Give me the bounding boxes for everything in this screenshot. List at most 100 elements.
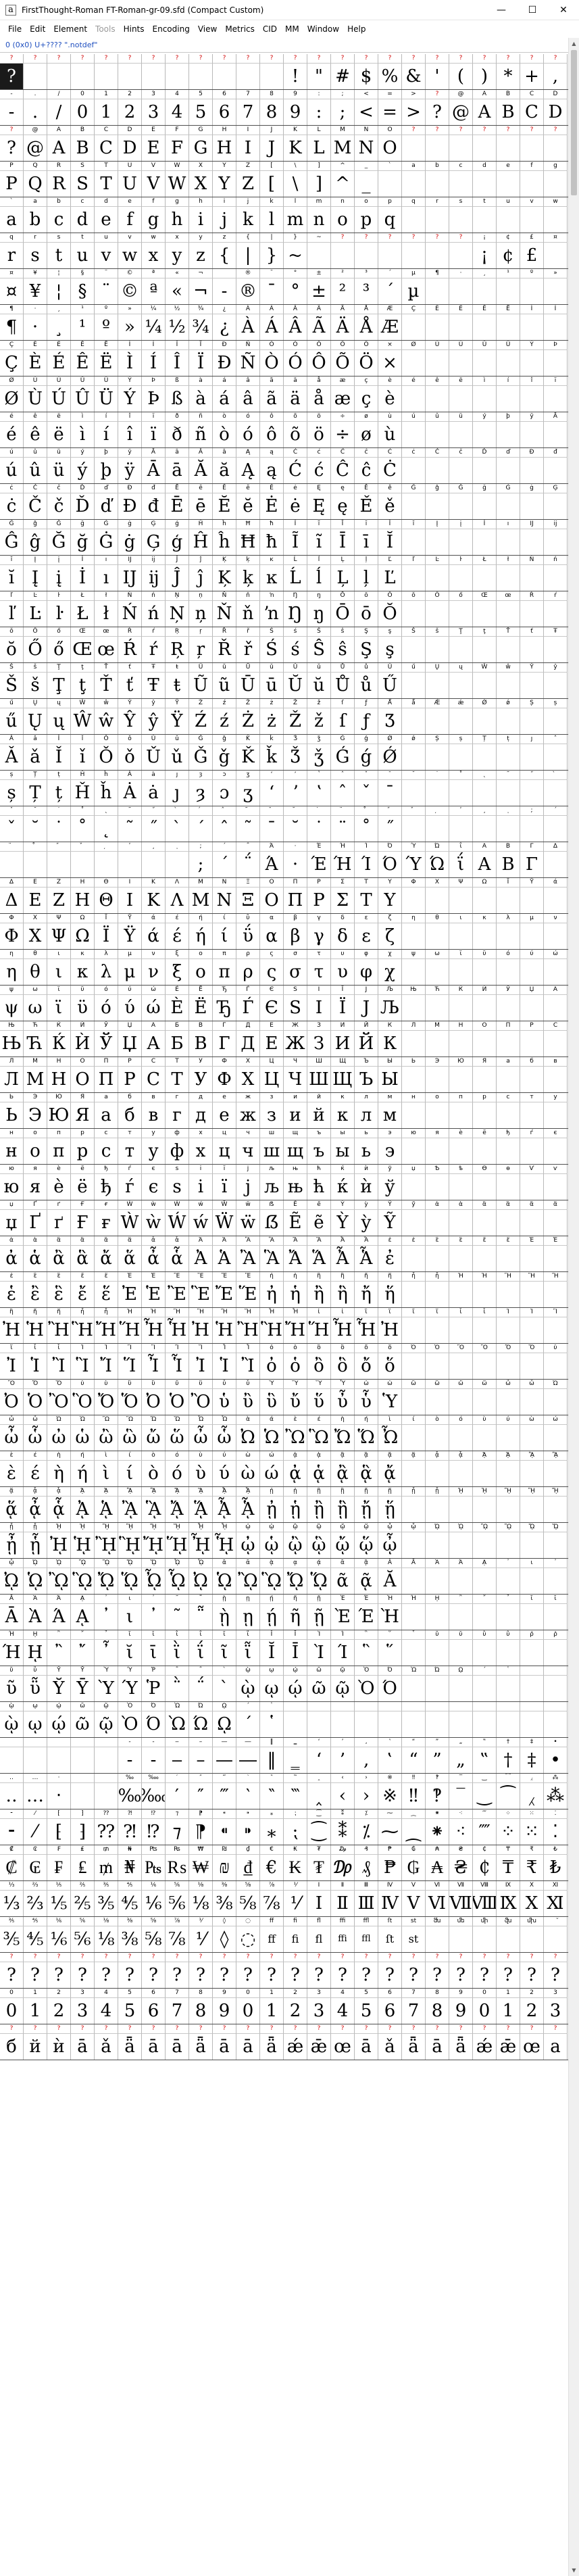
glyph-cell[interactable]: [402, 243, 426, 268]
glyph-cell[interactable]: ё: [71, 1174, 95, 1200]
menu-metrics[interactable]: Metrics: [221, 24, 259, 34]
glyph-cell[interactable]: ¯: [260, 278, 284, 304]
glyph-cell[interactable]: Ὶ: [307, 1640, 331, 1666]
glyph-cell[interactable]: [402, 135, 426, 161]
glyph-cell[interactable]: [520, 1676, 544, 1701]
glyph-cell[interactable]: [426, 1067, 449, 1092]
glyph-cell[interactable]: Ў: [95, 1031, 118, 1056]
glyph-cell[interactable]: ſt: [378, 1926, 402, 1952]
glyph-cell[interactable]: [449, 1031, 473, 1056]
glyph-cell[interactable]: ĭ: [0, 565, 24, 591]
glyph-cell[interactable]: ő: [47, 637, 71, 662]
glyph-cell[interactable]: љ: [260, 1174, 284, 1200]
glyph-cell[interactable]: ᾓ: [331, 1497, 355, 1522]
glyph-cell[interactable]: ?: [71, 1962, 95, 1988]
glyph-cell[interactable]: [497, 1246, 520, 1271]
glyph-cell[interactable]: ì: [71, 422, 95, 447]
glyph-cell[interactable]: [426, 1389, 449, 1415]
glyph-cell[interactable]: [402, 529, 426, 555]
glyph-cell[interactable]: fl: [307, 1926, 331, 1952]
glyph-cell[interactable]: ĕ: [236, 493, 260, 519]
glyph-cell[interactable]: [497, 207, 520, 233]
glyph-cell[interactable]: [449, 1425, 473, 1451]
glyph-cell[interactable]: [520, 1317, 544, 1343]
glyph-cell[interactable]: Ї: [331, 995, 355, 1021]
glyph-cell[interactable]: [426, 1604, 449, 1630]
glyph-cell[interactable]: [426, 243, 449, 268]
glyph-cell[interactable]: ü: [47, 458, 71, 483]
glyph-cell[interactable]: [189, 64, 213, 89]
glyph-cell[interactable]: ἇ: [166, 1246, 189, 1271]
glyph-cell[interactable]: ċ: [0, 493, 24, 519]
glyph-cell[interactable]: k: [236, 207, 260, 233]
glyph-cell[interactable]: ὗ: [355, 1389, 378, 1415]
glyph-cell[interactable]: ί: [213, 923, 236, 949]
glyph-cell[interactable]: ᾩ: [24, 1568, 47, 1594]
glyph-cell[interactable]: ˆ: [213, 816, 236, 842]
glyph-cell[interactable]: Ἀ: [189, 1246, 213, 1271]
glyph-cell[interactable]: 9: [284, 99, 307, 125]
glyph-cell[interactable]: [520, 959, 544, 985]
glyph-cell[interactable]: Ĵ: [166, 565, 189, 591]
glyph-cell[interactable]: Ⅶ: [449, 1891, 473, 1916]
glyph-cell[interactable]: ᾿: [142, 1604, 166, 1630]
glyph-cell[interactable]: ₱: [378, 1855, 402, 1880]
glyph-cell[interactable]: ?: [449, 1962, 473, 1988]
glyph-cell[interactable]: ⁌: [213, 1819, 236, 1845]
glyph-cell[interactable]: ǽ: [473, 2034, 497, 2060]
glyph-cell[interactable]: [497, 1067, 520, 1092]
glyph-cell[interactable]: [544, 1174, 568, 1200]
glyph-cell[interactable]: Ł: [71, 601, 95, 627]
glyph-cell[interactable]: ᾽: [95, 1604, 118, 1630]
glyph-cell[interactable]: ”: [426, 1747, 449, 1773]
glyph-cell[interactable]: ћ: [307, 1174, 331, 1200]
glyph-cell[interactable]: [473, 1246, 497, 1271]
glyph-cell[interactable]: Ὁ: [24, 1389, 47, 1415]
glyph-cell[interactable]: ᾆ: [24, 1497, 47, 1522]
glyph-cell[interactable]: Ἱ: [24, 1353, 47, 1379]
glyph-cell[interactable]: Ά: [260, 852, 284, 877]
glyph-cell[interactable]: ὦ: [0, 1425, 24, 1451]
glyph-cell[interactable]: [71, 1747, 95, 1773]
glyph-cell[interactable]: ῶ: [307, 1676, 331, 1701]
glyph-cell[interactable]: [426, 995, 449, 1021]
glyph-cell[interactable]: L: [307, 135, 331, 161]
glyph-cell[interactable]: ā: [236, 2034, 260, 2060]
glyph-cell[interactable]: ĩ: [307, 529, 331, 555]
glyph-cell[interactable]: é: [0, 422, 24, 447]
glyph-cell[interactable]: ἀ: [0, 1246, 24, 1271]
glyph-cell[interactable]: ᾣ: [307, 1532, 331, 1558]
glyph-cell[interactable]: [426, 493, 449, 519]
glyph-cell[interactable]: ά: [142, 923, 166, 949]
glyph-cell[interactable]: κ: [71, 959, 95, 985]
glyph-cell[interactable]: [449, 1389, 473, 1415]
glyph-cell[interactable]: [24, 64, 47, 89]
menu-mm[interactable]: MM: [281, 24, 303, 34]
glyph-cell[interactable]: ₯: [331, 1855, 355, 1880]
glyph-cell[interactable]: [473, 1067, 497, 1092]
glyph-cell[interactable]: [520, 350, 544, 376]
glyph-cell[interactable]: [402, 816, 426, 842]
glyph-cell[interactable]: [520, 1926, 544, 1952]
glyph-cell[interactable]: Å: [355, 314, 378, 340]
glyph-cell[interactable]: ἓ: [47, 1282, 71, 1307]
glyph-cell[interactable]: ǟ: [118, 2034, 142, 2060]
glyph-cell[interactable]: ^: [331, 171, 355, 197]
glyph-cell[interactable]: ῳ: [24, 1711, 47, 1737]
glyph-cell[interactable]: ‧: [47, 1783, 71, 1809]
glyph-cell[interactable]: ˉ: [378, 780, 402, 806]
glyph-cell[interactable]: z: [189, 243, 213, 268]
glyph-cell[interactable]: ᾁ: [307, 1461, 331, 1486]
glyph-cell[interactable]: e: [95, 207, 118, 233]
glyph-cell[interactable]: ᾋ: [142, 1497, 166, 1522]
close-button[interactable]: ✕: [548, 0, 579, 20]
glyph-cell[interactable]: [544, 1640, 568, 1666]
glyph-cell[interactable]: Ἠ: [378, 1317, 402, 1343]
glyph-cell[interactable]: [473, 1174, 497, 1200]
glyph-cell[interactable]: ĵ: [189, 565, 213, 591]
glyph-cell[interactable]: #: [331, 64, 355, 89]
glyph-cell[interactable]: ˜: [236, 816, 260, 842]
glyph-cell[interactable]: у: [142, 1138, 166, 1164]
glyph-cell[interactable]: ₢: [24, 1855, 47, 1880]
glyph-cell[interactable]: ?: [118, 1962, 142, 1988]
